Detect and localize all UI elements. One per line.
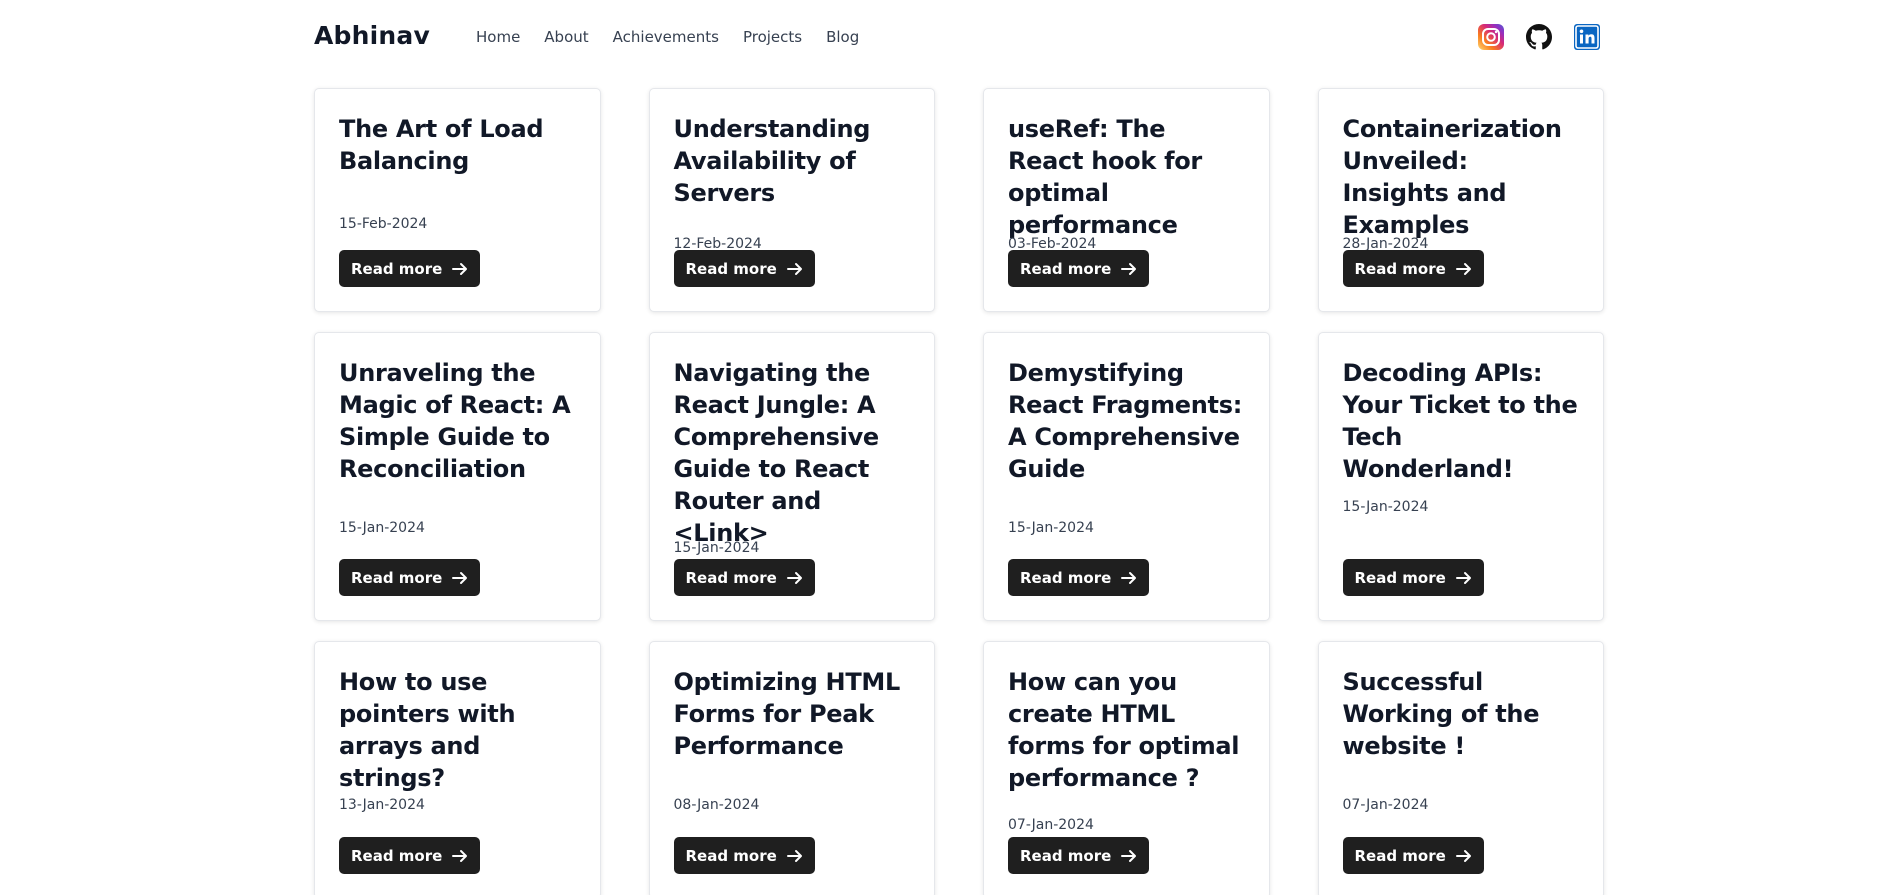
blog-card-title: How can you create HTML forms for optima…: [1008, 668, 1240, 792]
read-more-button[interactable]: Read more: [1342, 837, 1484, 874]
read-more-button[interactable]: Read more: [339, 559, 481, 596]
arrow-right-icon: [1121, 262, 1137, 276]
blog-card-date: 08-Jan-2024: [673, 797, 760, 813]
blog-card-title: Optimizing HTML Forms for Peak Performan…: [673, 668, 901, 760]
read-more-label: Read more: [685, 846, 777, 865]
blog-card: Understanding Availability of Servers 12…: [648, 88, 935, 312]
blog-card-title: Demystifying React Fragments: A Comprehe…: [1008, 359, 1243, 483]
read-more-button[interactable]: Read more: [673, 837, 815, 874]
blog-card: Unraveling the Magic of React: A Simple …: [314, 332, 601, 621]
read-more-label: Read more: [1354, 259, 1446, 278]
blog-card: Demystifying React Fragments: A Comprehe…: [983, 332, 1270, 621]
arrow-right-icon: [786, 849, 803, 863]
read-more-label: Read more: [1354, 846, 1446, 865]
blog-card-title: useRef: The React hook for optimal perfo…: [1008, 115, 1202, 239]
arrow-right-icon: [1121, 571, 1137, 585]
nav-blog-link[interactable]: Blog: [826, 28, 859, 46]
social-links: [1478, 24, 1600, 50]
arrow-right-icon: [452, 262, 468, 276]
read-more-label: Read more: [351, 568, 443, 587]
blog-card: Containerization Unveiled: Insights and …: [1317, 88, 1604, 312]
blog-card-date: 15-Jan-2024: [673, 540, 760, 556]
arrow-right-icon: [1455, 849, 1472, 863]
blog-card-title: The Art of Load Balancing: [339, 115, 544, 175]
read-more-button[interactable]: Read more: [339, 837, 481, 874]
blog-card: Optimizing HTML Forms for Peak Performan…: [648, 641, 935, 895]
blog-card-title: How to use pointers with arrays and stri…: [339, 668, 516, 792]
blog-card-date: 07-Jan-2024: [1008, 817, 1094, 833]
blog-card-date: 15-Jan-2024: [339, 520, 425, 536]
arrow-right-icon: [1455, 262, 1472, 276]
blog-card: The Art of Load Balancing 15-Feb-2024 Re…: [314, 88, 601, 312]
main-nav: Home About Achievements Projects Blog: [476, 28, 883, 46]
blog-card-title: Containerization Unveiled: Insights and …: [1342, 115, 1562, 239]
arrow-right-icon: [452, 571, 468, 585]
read-more-label: Read more: [685, 259, 777, 278]
arrow-right-icon: [786, 571, 803, 585]
blog-card-date: 15-Jan-2024: [1342, 499, 1429, 515]
blog-card-title: Successful Working of the website !: [1342, 668, 1540, 760]
blog-row: The Art of Load Balancing 15-Feb-2024 Re…: [314, 88, 1604, 312]
read-more-label: Read more: [1020, 259, 1112, 278]
read-more-label: Read more: [351, 259, 443, 278]
read-more-button[interactable]: Read more: [673, 559, 815, 596]
nav-achievements-link[interactable]: Achievements: [613, 28, 719, 46]
blog-card: How can you create HTML forms for optima…: [983, 641, 1270, 895]
read-more-button[interactable]: Read more: [1008, 250, 1150, 287]
blog-card-date: 07-Jan-2024: [1342, 797, 1429, 813]
blog-card: useRef: The React hook for optimal perfo…: [983, 88, 1270, 312]
blog-card-title: Decoding APIs: Your Ticket to the Tech W…: [1342, 359, 1578, 483]
page: Abhinav Home About Achievements Projects…: [0, 0, 1900, 895]
blog-card-date: 13-Jan-2024: [339, 797, 425, 813]
blog-grid: The Art of Load Balancing 15-Feb-2024 Re…: [314, 88, 1604, 895]
nav-home-link[interactable]: Home: [476, 28, 520, 46]
read-more-button[interactable]: Read more: [339, 250, 481, 287]
arrow-right-icon: [1121, 849, 1137, 863]
read-more-label: Read more: [685, 568, 777, 587]
instagram-icon[interactable]: [1478, 24, 1504, 50]
site-header: Abhinav Home About Achievements Projects…: [0, 0, 1900, 74]
blog-row: Unraveling the Magic of React: A Simple …: [314, 332, 1604, 621]
read-more-button[interactable]: Read more: [1008, 559, 1150, 596]
read-more-label: Read more: [351, 846, 443, 865]
blog-card-title: Navigating the React Jungle: A Comprehen…: [673, 359, 880, 547]
blog-card: Decoding APIs: Your Ticket to the Tech W…: [1317, 332, 1604, 621]
blog-card: Successful Working of the website ! 07-J…: [1317, 641, 1604, 895]
read-more-label: Read more: [1020, 846, 1112, 865]
blog-card-title: Understanding Availability of Servers: [673, 115, 871, 207]
nav-projects-link[interactable]: Projects: [743, 28, 802, 46]
read-more-label: Read more: [1354, 568, 1446, 587]
read-more-button[interactable]: Read more: [1008, 837, 1150, 874]
site-logo[interactable]: Abhinav: [314, 21, 430, 50]
nav-about-link[interactable]: About: [544, 28, 588, 46]
blog-card: Navigating the React Jungle: A Comprehen…: [648, 332, 935, 621]
arrow-right-icon: [452, 849, 468, 863]
read-more-label: Read more: [1020, 568, 1112, 587]
arrow-right-icon: [1455, 571, 1472, 585]
arrow-right-icon: [786, 262, 803, 276]
blog-card-date: 15-Feb-2024: [339, 216, 428, 232]
linkedin-icon[interactable]: [1574, 24, 1600, 50]
github-icon[interactable]: [1526, 24, 1552, 50]
blog-card-date: 15-Jan-2024: [1008, 520, 1094, 536]
blog-card: How to use pointers with arrays and stri…: [314, 641, 601, 895]
read-more-button[interactable]: Read more: [1342, 559, 1484, 596]
read-more-button[interactable]: Read more: [673, 250, 815, 287]
blog-card-title: Unraveling the Magic of React: A Simple …: [339, 359, 571, 483]
blog-row: How to use pointers with arrays and stri…: [314, 641, 1604, 895]
read-more-button[interactable]: Read more: [1342, 250, 1484, 287]
